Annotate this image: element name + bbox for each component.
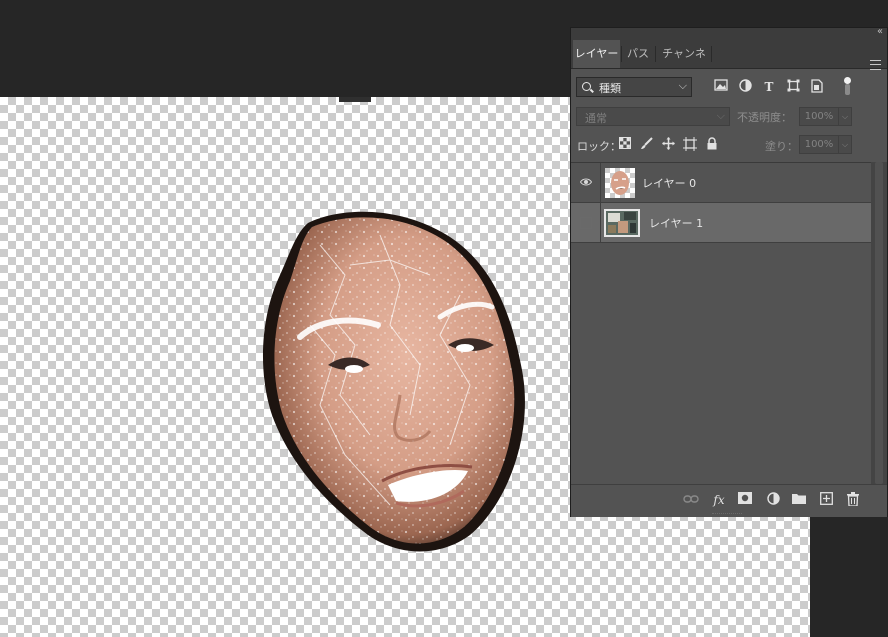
- layer-name: レイヤー 0: [642, 177, 697, 190]
- new-layer-icon[interactable]: [818, 492, 834, 508]
- type-filter-icon[interactable]: T: [761, 79, 777, 95]
- layer-filter-select[interactable]: 種類 ⌵: [576, 77, 692, 97]
- eye-icon: [580, 178, 592, 186]
- opacity-input[interactable]: 100%: [799, 107, 839, 126]
- filter-toggle[interactable]: [843, 76, 853, 96]
- layer-list: レイヤー 0 レイヤー 1: [571, 162, 871, 485]
- tab-paths[interactable]: パス: [623, 40, 653, 68]
- layer-row-layer-1[interactable]: レイヤー 1: [571, 203, 871, 243]
- panel-menu-icon[interactable]: [870, 60, 881, 70]
- layer-mask-icon[interactable]: [737, 492, 753, 508]
- lock-label: ロック：: [577, 140, 621, 153]
- adjustment-filter-icon[interactable]: [737, 79, 753, 95]
- smart-object-filter-icon[interactable]: [809, 79, 825, 95]
- fill-dropdown-button[interactable]: ⌵: [838, 135, 852, 154]
- blend-mode-value: 通常: [585, 112, 607, 125]
- fill-input[interactable]: 100%: [799, 135, 839, 154]
- link-layers-icon[interactable]: [683, 492, 699, 508]
- toggle-track: [845, 84, 850, 95]
- hidden-visibility-icon: [580, 217, 592, 229]
- chevron-down-icon: ⌵: [716, 109, 725, 122]
- fill-label: 塗り：: [765, 140, 798, 153]
- tab-divider: [655, 46, 656, 62]
- tab-divider: [711, 46, 712, 62]
- visibility-toggle[interactable]: [571, 163, 601, 202]
- fx-icon[interactable]: fx: [711, 492, 727, 508]
- layers-panel-footer: fx: [571, 484, 887, 517]
- lock-image-pixels-icon[interactable]: [639, 137, 653, 151]
- opacity-dropdown-button[interactable]: ⌵: [838, 107, 852, 126]
- lock-artboard-icon[interactable]: [683, 137, 697, 151]
- collapse-panel-icon[interactable]: ‹‹: [877, 26, 883, 37]
- panel-tab-row: レイヤー パス チャンネル: [571, 40, 887, 88]
- scrollbar-thumb[interactable]: [875, 162, 883, 484]
- opacity-label: 不透明度：: [737, 111, 792, 124]
- shape-filter-icon[interactable]: [785, 79, 801, 95]
- blend-mode-select[interactable]: 通常 ⌵: [576, 107, 730, 126]
- toggle-knob: [844, 77, 851, 84]
- layer-row-layer-0[interactable]: レイヤー 0: [571, 163, 871, 203]
- layer-list-scrollbar[interactable]: [871, 162, 887, 484]
- layers-panel: ‹‹ レイヤー パス チャンネル 種類 ⌵ T 通常 ⌵ 不透明度： 100% …: [570, 26, 888, 517]
- trash-icon[interactable]: [845, 492, 861, 508]
- panel-resize-grip[interactable]: [712, 513, 742, 516]
- image-filter-icon[interactable]: [713, 79, 729, 95]
- tab-divider: [621, 46, 622, 62]
- group-folder-icon[interactable]: [791, 492, 807, 508]
- lock-all-icon[interactable]: [705, 137, 719, 151]
- panel-title-bar[interactable]: ‹‹: [571, 26, 887, 40]
- face-cutout-image: [262, 211, 525, 552]
- canvas-edge-marker: [339, 97, 371, 102]
- adjustment-layer-icon[interactable]: [765, 492, 781, 508]
- search-icon: [582, 82, 591, 91]
- lock-transparent-pixels-icon[interactable]: [618, 137, 632, 151]
- layer-thumbnail-photo: [604, 209, 640, 237]
- tab-channels[interactable]: チャンネル: [659, 40, 709, 88]
- filter-kind-label: 種類: [599, 82, 621, 95]
- lock-position-icon[interactable]: [661, 137, 675, 151]
- layer-thumbnail-face: [605, 168, 635, 198]
- layer-name: レイヤー 1: [649, 217, 704, 230]
- chevron-down-icon: ⌵: [678, 79, 687, 92]
- visibility-toggle[interactable]: [571, 203, 601, 242]
- tab-layers[interactable]: レイヤー: [573, 40, 620, 68]
